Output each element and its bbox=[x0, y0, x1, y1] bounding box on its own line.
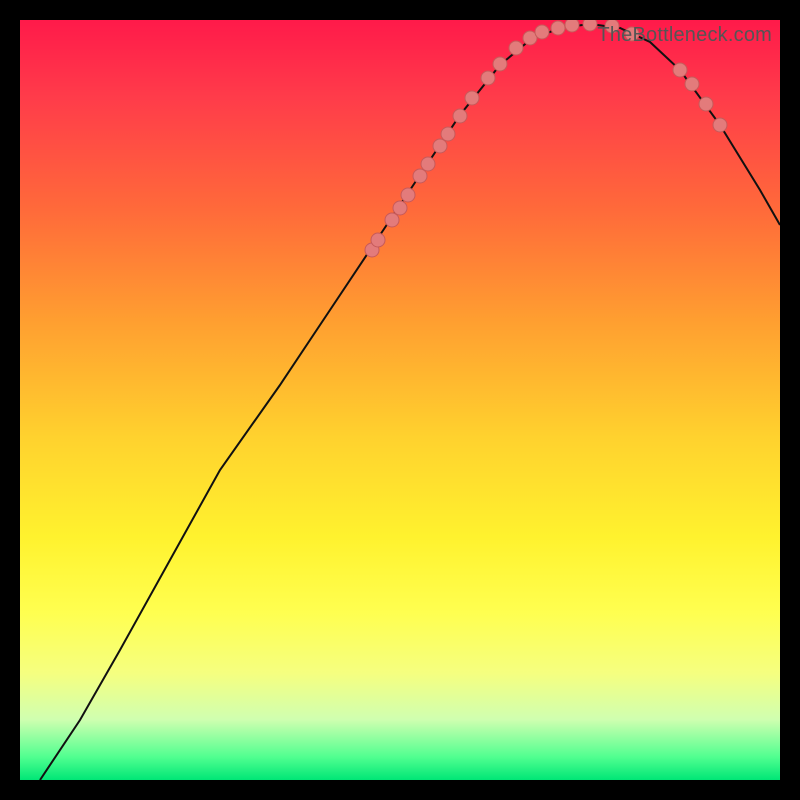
chart-frame: TheBottleneck.com bbox=[20, 20, 780, 780]
data-marker bbox=[371, 233, 385, 247]
chart-svg bbox=[20, 20, 780, 780]
data-marker bbox=[583, 20, 597, 31]
data-marker bbox=[673, 63, 687, 77]
data-marker bbox=[441, 127, 455, 141]
data-marker bbox=[493, 57, 507, 71]
data-marker bbox=[685, 77, 699, 91]
data-marker bbox=[509, 41, 523, 55]
data-marker bbox=[565, 20, 579, 32]
data-marker bbox=[393, 201, 407, 215]
data-marker bbox=[465, 91, 479, 105]
data-markers bbox=[365, 20, 727, 257]
data-marker bbox=[535, 25, 549, 39]
plot-area: TheBottleneck.com bbox=[20, 20, 780, 780]
data-marker bbox=[401, 188, 415, 202]
data-marker bbox=[699, 97, 713, 111]
data-marker bbox=[385, 213, 399, 227]
data-marker bbox=[551, 21, 565, 35]
watermark-text: TheBottleneck.com bbox=[597, 24, 772, 47]
data-marker bbox=[453, 109, 467, 123]
data-marker bbox=[433, 139, 447, 153]
bottleneck-curve bbox=[40, 24, 780, 780]
data-marker bbox=[421, 157, 435, 171]
data-marker bbox=[713, 118, 727, 132]
data-marker bbox=[481, 71, 495, 85]
data-marker bbox=[413, 169, 427, 183]
